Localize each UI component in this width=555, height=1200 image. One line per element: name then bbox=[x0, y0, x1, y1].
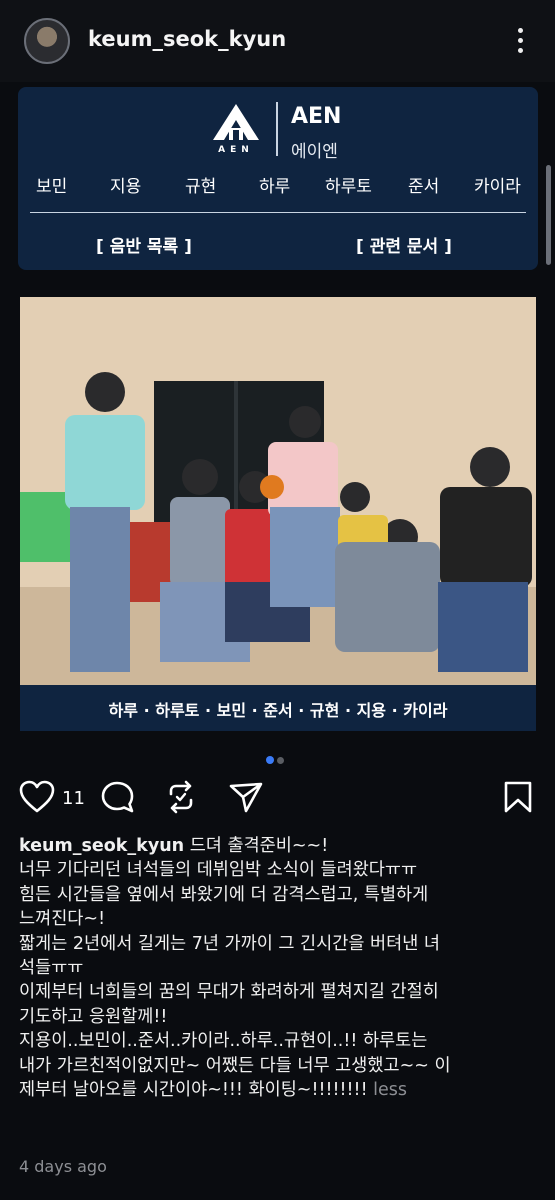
aen-logo-icon: AEN bbox=[213, 104, 259, 154]
photo-caption-bar: 하루 · 하루토 · 보민 · 준서 · 규현 · 지용 · 카이라 bbox=[20, 685, 536, 731]
carousel-indicator bbox=[266, 749, 287, 768]
group-photo[interactable]: 하루 · 하루토 · 보민 · 준서 · 규현 · 지용 · 카이라 bbox=[20, 297, 536, 731]
carousel-dot-active bbox=[266, 756, 274, 764]
member-link[interactable]: 지용 bbox=[110, 172, 141, 197]
post-timestamp: 4 days ago bbox=[19, 1157, 107, 1176]
member-link[interactable]: 준서 bbox=[408, 172, 439, 197]
related-docs-link[interactable]: [ 관련 문서 ] bbox=[356, 232, 452, 257]
post-header: keum_seok_kyun bbox=[0, 0, 555, 82]
repost-icon[interactable] bbox=[164, 780, 198, 814]
logo-mark-text: AEN bbox=[218, 145, 254, 154]
avatar[interactable] bbox=[24, 18, 70, 64]
like-icon[interactable] bbox=[19, 780, 55, 814]
share-icon[interactable] bbox=[228, 780, 264, 814]
member-link[interactable]: 보민 bbox=[36, 172, 67, 197]
member-link[interactable]: 규현 bbox=[185, 172, 216, 197]
save-bookmark-icon[interactable] bbox=[502, 780, 534, 814]
member-link[interactable]: 하루 bbox=[259, 172, 290, 197]
photo-caption: 하루 · 하루토 · 보민 · 준서 · 규현 · 지용 · 카이라 bbox=[108, 701, 448, 720]
like-count: 11 bbox=[62, 788, 85, 809]
more-options-icon[interactable] bbox=[512, 26, 528, 56]
album-list-link[interactable]: [ 음반 목록 ] bbox=[96, 232, 192, 257]
header-username[interactable]: keum_seok_kyun bbox=[88, 27, 286, 51]
member-link[interactable]: 하루토 bbox=[325, 172, 372, 197]
comment-icon[interactable] bbox=[100, 780, 136, 814]
less-link[interactable]: less bbox=[373, 1080, 407, 1100]
card-divider bbox=[30, 212, 526, 213]
post-caption: keum_seok_kyun 드뎌 출격준비~~! 너무 기다리던 녀석들의 데… bbox=[19, 834, 539, 1102]
carousel-dot bbox=[277, 757, 284, 764]
scrollbar[interactable] bbox=[546, 165, 551, 265]
group-photo-image bbox=[20, 297, 536, 685]
group-name-korean: 에이엔 bbox=[291, 142, 338, 162]
post-text: 드뎌 출격준비~~! 너무 기다리던 녀석들의 데뷔임박 소식이 들려왔다ㅠㅠ … bbox=[19, 836, 451, 1101]
member-link[interactable]: 카이라 bbox=[474, 172, 521, 197]
group-name: AEN bbox=[291, 104, 342, 129]
post-author[interactable]: keum_seok_kyun bbox=[19, 836, 184, 856]
logo-divider bbox=[276, 102, 278, 156]
